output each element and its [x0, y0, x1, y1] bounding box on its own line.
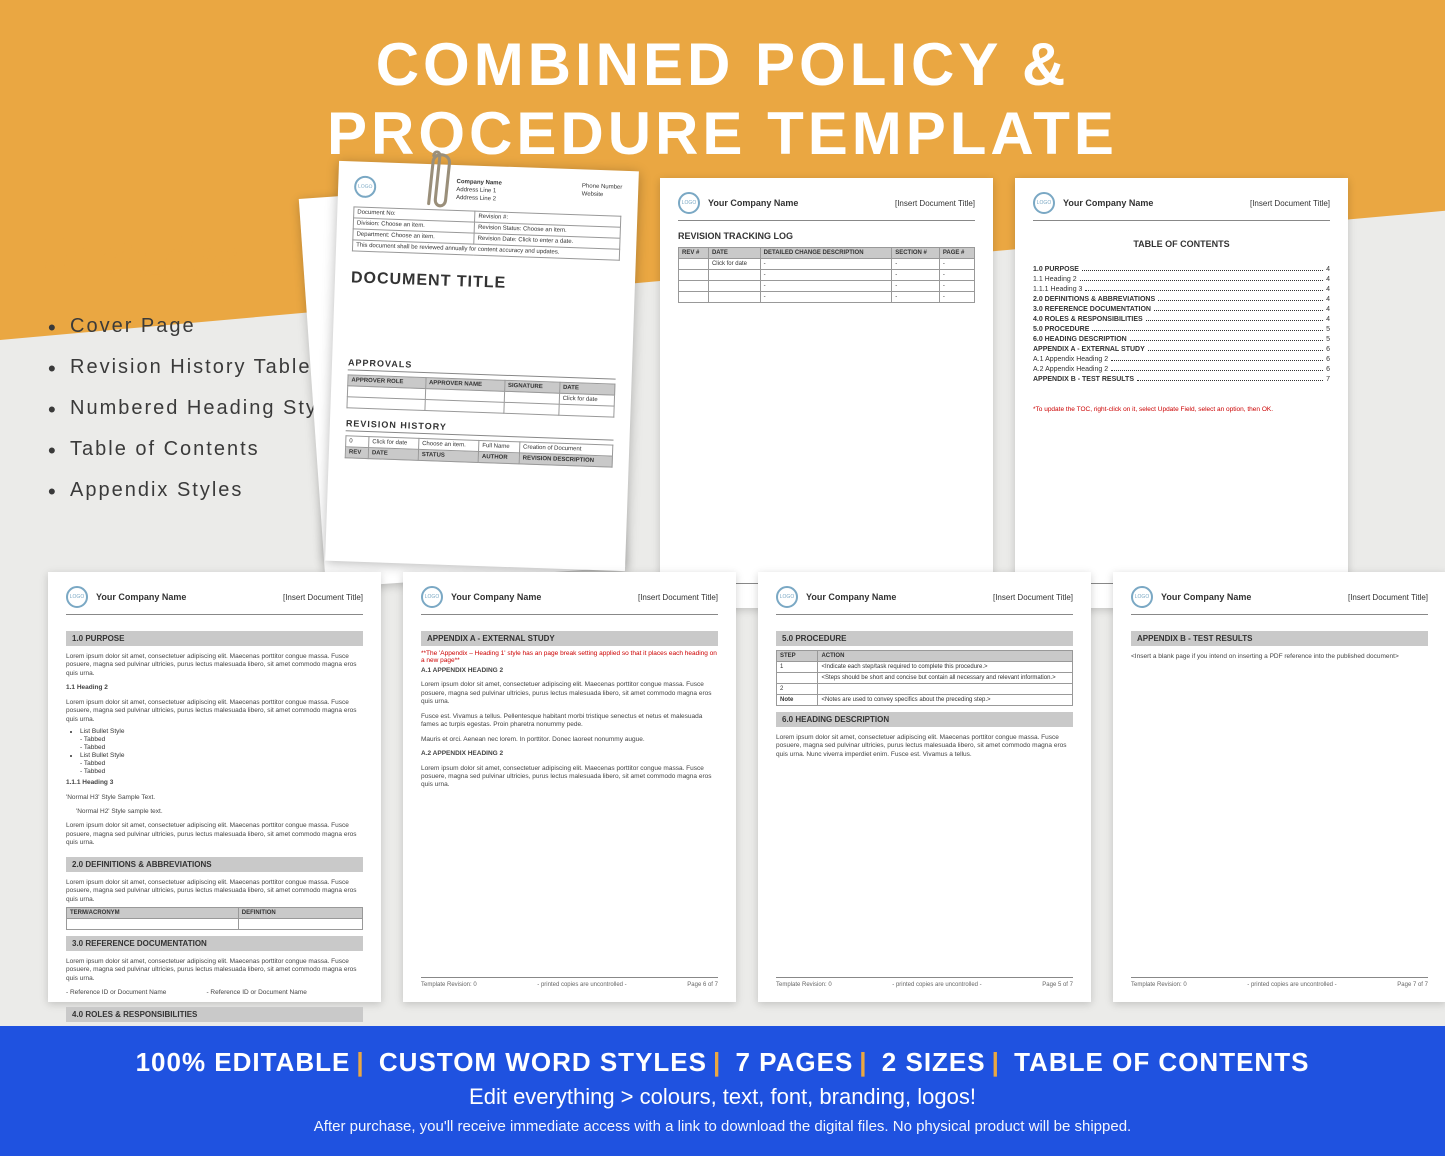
page-appendix-a: LOGOYour Company Name [Insert Document T…	[403, 572, 736, 1002]
feature-item: Table of Contents	[48, 438, 349, 461]
bullet-list: List Bullet Style TabbedTabbed List Bull…	[80, 727, 363, 776]
approvals-table: APPROVER ROLEAPPROVER NAMESIGNATUREDATE …	[346, 375, 615, 418]
footer-banner: 100% EDITABLE| CUSTOM WORD STYLES| 7 PAG…	[0, 1026, 1445, 1156]
title-line-1: COMBINED POLICY &	[376, 31, 1070, 98]
cover-page-stack: LOGO Company Name Address Line 1 Address…	[322, 166, 642, 586]
footer-subtitle: Edit everything > colours, text, font, b…	[469, 1084, 976, 1110]
page-toc: LOGOYour Company Name [Insert Document T…	[1015, 178, 1348, 608]
revision-log-title: REVISION TRACKING LOG	[678, 231, 975, 241]
footer-features: 100% EDITABLE| CUSTOM WORD STYLES| 7 PAG…	[136, 1047, 1310, 1078]
paperclip-icon	[414, 146, 463, 222]
logo-icon: LOGO	[1131, 586, 1153, 608]
logo-icon: LOGO	[66, 586, 88, 608]
page-purpose: LOGOYour Company Name [Insert Document T…	[48, 572, 381, 1002]
toc-update-note: *To update the TOC, right-click on it, s…	[1033, 406, 1330, 413]
page-appendix-b: LOGOYour Company Name [Insert Document T…	[1113, 572, 1445, 1002]
includes-heading: Includes:	[40, 225, 258, 289]
toc-title: TABLE OF CONTENTS	[1033, 239, 1330, 249]
logo-icon: LOGO	[678, 192, 700, 214]
logo-icon: LOGO	[354, 175, 377, 198]
company-contact: Phone Number Website	[582, 183, 623, 200]
page-revision-log: LOGOYour Company Name [Insert Document T…	[660, 178, 993, 608]
title-line-2: PROCEDURE TEMPLATE	[0, 99, 1445, 168]
cover-page: LOGO Company Name Address Line 1 Address…	[325, 161, 639, 571]
feature-item: Revision History Table	[48, 356, 349, 379]
feature-item: Cover Page	[48, 315, 349, 338]
top-page-row: LOGOYour Company Name [Insert Document T…	[660, 178, 1348, 608]
logo-icon: LOGO	[1033, 192, 1055, 214]
procedure-table: STEPACTION 1<Indicate each step/task req…	[776, 650, 1073, 706]
revision-log-table: REV #DATEDETAILED CHANGE DESCRIPTIONSECT…	[678, 247, 975, 303]
logo-icon: LOGO	[776, 586, 798, 608]
main-title: COMBINED POLICY & PROCEDURE TEMPLATE	[0, 30, 1445, 168]
cover-meta-table: Document No:Revision #: Division: Choose…	[352, 207, 621, 261]
feature-item: Numbered Heading Styles	[48, 397, 349, 420]
company-address: Company Name Address Line 1 Address Line…	[456, 179, 502, 204]
feature-item: Appendix Styles	[48, 479, 349, 502]
revision-history-table: 0Click for dateChoose an item.Full NameC…	[345, 436, 614, 468]
page-procedure: LOGOYour Company Name [Insert Document T…	[758, 572, 1091, 1002]
bottom-page-row: LOGOYour Company Name [Insert Document T…	[48, 572, 1445, 1002]
toc-lines: 1.0 PURPOSE4 1.1 Heading 24 1.1.1 Headin…	[1033, 263, 1330, 386]
definitions-table: TERM/ACRONYMDEFINITION	[66, 907, 363, 930]
footer-note: After purchase, you'll receive immediate…	[314, 1118, 1131, 1135]
document-title: DOCUMENT TITLE	[351, 270, 619, 297]
logo-icon: LOGO	[421, 586, 443, 608]
feature-list: Cover Page Revision History Table Number…	[48, 315, 349, 520]
